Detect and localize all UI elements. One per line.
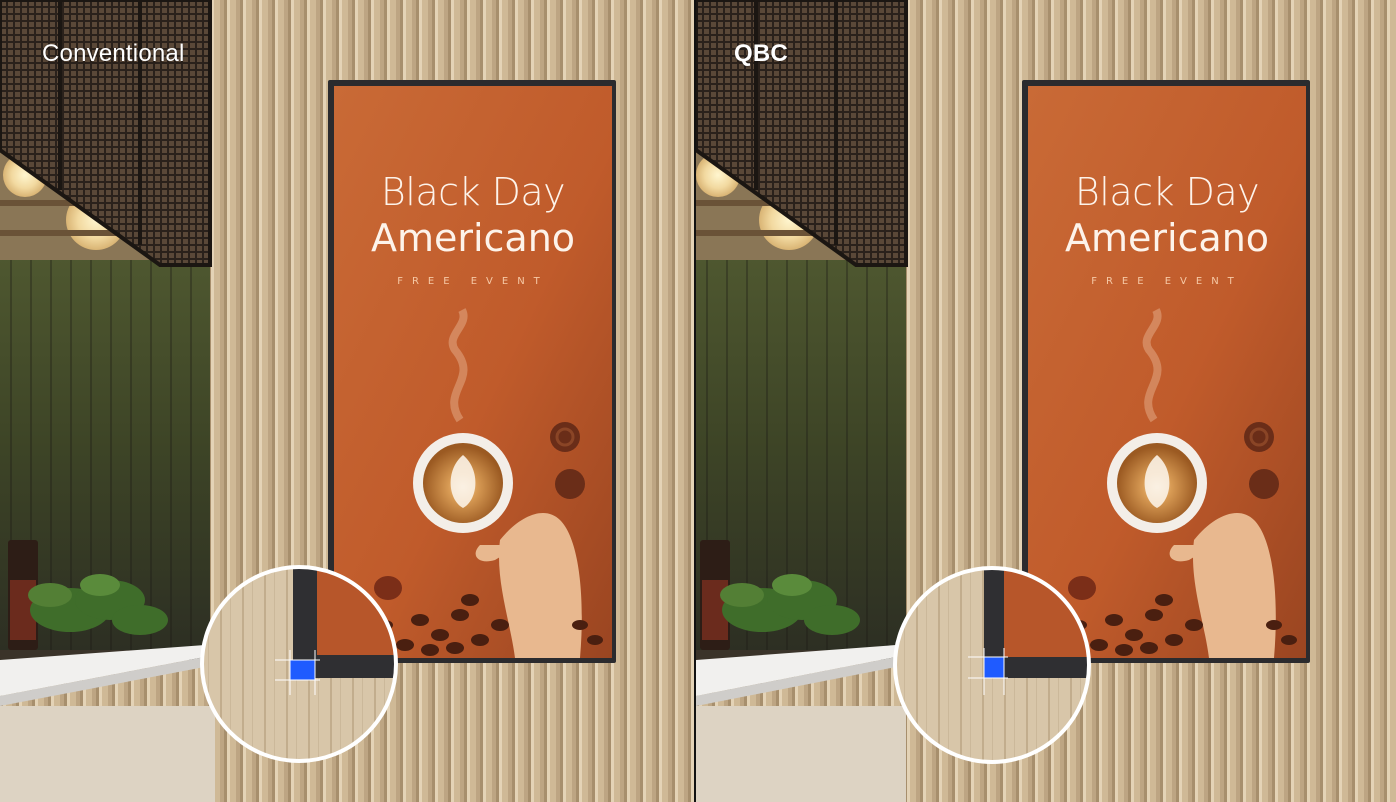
blue-highlight-square [290,660,315,680]
display-title: Black Day Americano FREE EVENT [1027,170,1307,287]
panel-conventional: Black Day Americano FREE EVENT Conventio… [0,0,694,802]
scene-qbc [696,0,1396,802]
scene-conventional [0,0,694,802]
title-line1: Black Day [380,170,566,214]
panel-qbc: Black Day Americano FREE EVENT QBC [696,0,1396,802]
comparison-stage: Black Day Americano FREE EVENT Conventio… [0,0,1396,802]
display-subtitle: FREE EVENT [397,276,549,287]
chocolate-icon [550,422,580,452]
blue-highlight-square [984,657,1004,678]
label-qbc: QBC [734,40,788,67]
display-title: Black Day Americano FREE EVENT [333,170,613,287]
label-conventional: Conventional [42,40,185,67]
chocolate-icon [1244,422,1274,452]
title-line1: Black Day [1074,170,1260,214]
title-line2: Americano [370,216,576,260]
display-subtitle: FREE EVENT [1091,276,1243,287]
title-line2: Americano [1064,216,1270,260]
